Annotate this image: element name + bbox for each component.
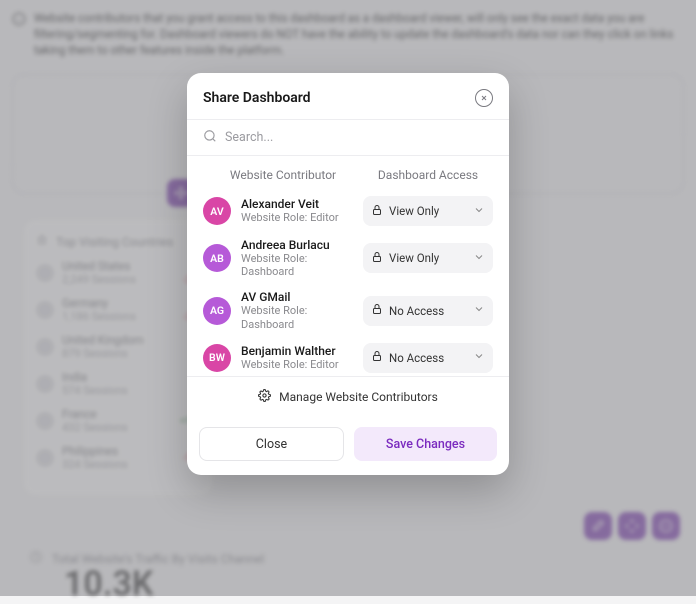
contributor-name: Alexander Veit xyxy=(241,197,353,211)
modal-title: Share Dashboard xyxy=(203,90,311,106)
chevron-down-icon xyxy=(473,350,485,365)
close-button[interactable]: Close xyxy=(199,427,344,461)
access-value: No Access xyxy=(389,304,444,318)
avatar: AV xyxy=(203,197,231,225)
lock-icon xyxy=(371,303,383,318)
contributor-role: Website Role: Dashboard xyxy=(241,252,353,278)
save-changes-button[interactable]: Save Changes xyxy=(354,427,497,461)
contributor-name: Benjamin Walther xyxy=(241,344,353,358)
col-contributor: Website Contributor xyxy=(203,168,363,182)
chevron-down-icon xyxy=(473,303,485,318)
contributor-row: AB Andreea Burlacu Website Role: Dashboa… xyxy=(199,232,497,284)
close-icon[interactable] xyxy=(475,89,493,107)
contributor-row: AG AV GMail Website Role: Dashboard No A… xyxy=(199,284,497,336)
col-access: Dashboard Access xyxy=(363,168,493,182)
chevron-down-icon xyxy=(473,251,485,266)
search-icon xyxy=(203,128,217,147)
avatar: BW xyxy=(203,344,231,372)
contributor-row: BW Benjamin Walther Website Role: Editor… xyxy=(199,337,497,376)
gear-icon xyxy=(258,389,271,405)
lock-icon xyxy=(371,204,383,219)
contributor-role: Website Role: Dashboard xyxy=(241,304,353,330)
access-select[interactable]: No Access xyxy=(363,343,493,373)
access-value: No Access xyxy=(389,351,444,365)
avatar: AG xyxy=(203,297,231,325)
contributor-row: AV Alexander Veit Website Role: Editor V… xyxy=(199,190,497,232)
lock-icon xyxy=(371,350,383,365)
access-select[interactable]: View Only xyxy=(363,243,493,273)
modal-overlay: Share Dashboard Website Contributor Dash… xyxy=(0,0,696,596)
share-dashboard-modal: Share Dashboard Website Contributor Dash… xyxy=(187,73,509,475)
access-value: View Only xyxy=(389,204,439,218)
access-value: View Only xyxy=(389,251,439,265)
search-input[interactable] xyxy=(225,130,493,145)
access-select[interactable]: No Access xyxy=(363,296,493,326)
chevron-down-icon xyxy=(473,204,485,219)
contributor-role: Website Role: Editor xyxy=(241,211,353,224)
lock-icon xyxy=(371,251,383,266)
avatar: AB xyxy=(203,244,231,272)
manage-contributors-link[interactable]: Manage Website Contributors xyxy=(187,376,509,417)
contributor-role: Website Role: Editor xyxy=(241,358,353,371)
contributor-name: AV GMail xyxy=(241,290,353,304)
access-select[interactable]: View Only xyxy=(363,196,493,226)
contributor-name: Andreea Burlacu xyxy=(241,238,353,252)
